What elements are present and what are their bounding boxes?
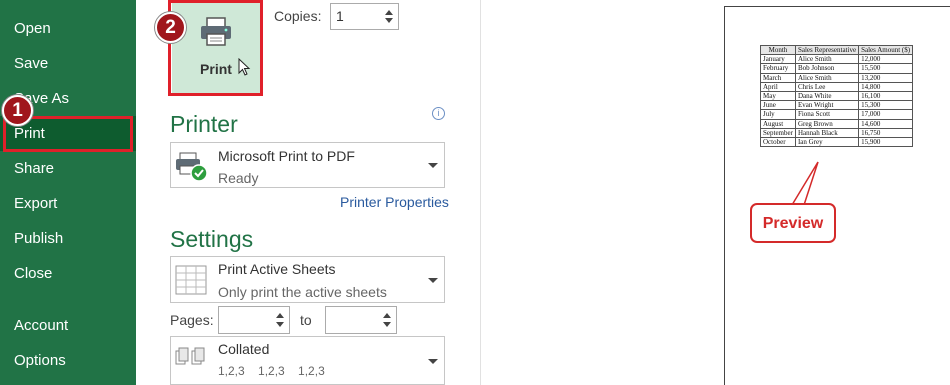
sidebar-item-publish[interactable]: Publish: [0, 221, 136, 256]
step-1-badge: 1: [2, 95, 33, 126]
preview-cell: Fiona Scott: [794, 109, 860, 120]
sidebar-item-close[interactable]: Close: [0, 256, 136, 291]
chevron-down-icon: [428, 358, 438, 364]
printer-status: Ready: [218, 170, 259, 186]
preview-callout: Preview: [750, 203, 836, 243]
preview-cell: Bob Johnson: [794, 63, 860, 74]
sidebar-item-share[interactable]: Share: [0, 151, 136, 186]
preview-table-row: July Fiona Scott 17,000: [760, 109, 914, 120]
copies-label: Copies:: [274, 8, 322, 24]
preview-cell: 15,900: [858, 136, 914, 148]
preview-header-cell: Sales Representative: [794, 44, 860, 56]
printer-ready-icon: [176, 152, 208, 182]
preview-cell: 17,000: [858, 109, 914, 120]
decrement-icon[interactable]: [383, 322, 391, 327]
preview-cell: July: [760, 109, 796, 120]
preview-cell: 14,600: [858, 118, 914, 129]
preview-cell: Alice Smith: [794, 72, 860, 83]
preview-cell: February: [760, 63, 796, 74]
step-2-badge: 2: [155, 12, 186, 43]
preview-cell: Greg Brown: [794, 118, 860, 129]
chevron-down-icon: [428, 277, 438, 283]
preview-cell: 15,300: [858, 100, 914, 111]
sidebar-item-account[interactable]: Account: [0, 308, 136, 343]
info-icon[interactable]: i: [432, 107, 445, 120]
preview-cell: June: [760, 100, 796, 111]
printer-name: Microsoft Print to PDF: [218, 148, 355, 164]
preview-cell: 16,750: [858, 127, 914, 138]
collation-main: Collated: [218, 341, 270, 357]
preview-table-row: March Alice Smith 13,200: [760, 72, 914, 83]
preview-table-row: February Bob Johnson 15,500: [760, 63, 914, 74]
preview-table-row: October Ian Grey 15,900: [760, 136, 914, 148]
sheet-grid-icon: [175, 265, 207, 295]
backstage-sidebar: Open Save Save As Print Share Export Publish Cl…: [0, 0, 136, 385]
print-button-highlight: [168, 0, 263, 96]
preview-table-row: June Evan Wright 15,300: [760, 100, 914, 111]
printer-select[interactable]: Microsoft Print to PDF Ready: [170, 142, 445, 188]
preview-cell: October: [760, 136, 796, 148]
preview-cell: 16,100: [858, 90, 914, 102]
pages-to-stepper[interactable]: [325, 306, 397, 334]
preview-cell: Chris Lee: [794, 81, 860, 92]
preview-cell: Ian Grey: [794, 136, 860, 148]
preview-cell: January: [760, 54, 796, 65]
preview-cell: 12,000: [858, 54, 914, 65]
settings-heading: Settings: [170, 226, 254, 252]
sidebar-item-save[interactable]: Save: [0, 46, 136, 81]
increment-icon[interactable]: [276, 313, 284, 318]
preview-cell: Hannah Black: [794, 127, 860, 138]
preview-table-row: September Hannah Black 16,750: [760, 127, 914, 138]
collation-sub: 1,2,3 1,2,3 1,2,3: [218, 364, 325, 378]
preview-cell: March: [760, 72, 796, 83]
chevron-down-icon: [428, 163, 438, 168]
preview-cell: August: [760, 118, 796, 129]
sidebar-item-export[interactable]: Export: [0, 186, 136, 221]
sidebar-item-open[interactable]: Open: [0, 11, 136, 46]
preview-table-row: May Dana White 16,100: [760, 90, 914, 102]
printer-heading: Printer: [170, 111, 238, 137]
increment-icon[interactable]: [383, 313, 391, 318]
preview-table-row: January Alice Smith 12,000: [760, 54, 914, 65]
preview-table: Month Sales Representative Sales Amount ($…: [760, 44, 914, 148]
preview-cell: April: [760, 81, 796, 92]
decrement-icon[interactable]: [385, 18, 393, 23]
pages-from-stepper[interactable]: [218, 306, 290, 334]
sidebar-item-options[interactable]: Options: [0, 343, 136, 378]
preview-header-cell: Month: [760, 44, 796, 56]
preview-header-cell: Sales Amount ($): [858, 44, 914, 56]
preview-cell: 13,200: [858, 72, 914, 83]
preview-cell: 15,500: [858, 63, 914, 74]
preview-cell: 14,800: [858, 81, 914, 92]
decrement-icon[interactable]: [276, 322, 284, 327]
collation-select[interactable]: Collated 1,2,3 1,2,3 1,2,3: [170, 336, 445, 385]
preview-table-row: April Chris Lee 14,800: [760, 81, 914, 92]
copies-stepper[interactable]: 1: [330, 3, 399, 30]
print-scope-select[interactable]: Print Active Sheets Only print the activ…: [170, 256, 445, 303]
print-scope-sub: Only print the active sheets: [218, 284, 387, 300]
preview-table-row: August Greg Brown 14,600: [760, 118, 914, 129]
preview-cell: September: [760, 127, 796, 138]
preview-cell: May: [760, 90, 796, 102]
copies-value: 1: [336, 8, 344, 24]
increment-icon[interactable]: [385, 10, 393, 15]
collated-pages-icon: [175, 347, 205, 365]
to-label: to: [300, 312, 312, 328]
print-scope-main: Print Active Sheets: [218, 261, 336, 277]
preview-cell: Alice Smith: [794, 54, 860, 65]
printer-properties-link[interactable]: Printer Properties: [340, 194, 449, 210]
preview-cell: Dana White: [794, 90, 860, 102]
preview-cell: Evan Wright: [794, 100, 860, 111]
pages-label: Pages:: [170, 312, 214, 328]
